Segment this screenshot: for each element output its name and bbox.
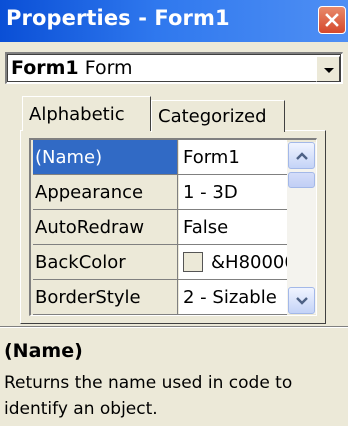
tab-categorized-label: Categorized bbox=[158, 106, 267, 127]
object-type: Form bbox=[84, 57, 133, 79]
description-title: (Name) bbox=[4, 340, 83, 362]
close-icon bbox=[325, 13, 339, 27]
property-row-appearance[interactable]: Appearance 1 - 3D bbox=[33, 175, 287, 210]
scrollbar-thumb[interactable] bbox=[288, 172, 315, 188]
property-name[interactable]: BackColor bbox=[33, 245, 178, 279]
property-value[interactable]: 1 - 3D bbox=[179, 175, 287, 209]
property-row-autoredraw[interactable]: AutoRedraw False bbox=[33, 210, 287, 245]
description-text: Returns the name used in code to identif… bbox=[4, 373, 293, 419]
object-selector[interactable]: Form1 Form bbox=[5, 52, 343, 84]
color-swatch bbox=[183, 252, 203, 272]
chevron-down-icon bbox=[295, 296, 308, 305]
property-name[interactable]: AutoRedraw bbox=[33, 210, 178, 244]
properties-window: Properties - Form1 Form1 Form Alphabetic… bbox=[0, 0, 348, 426]
object-name: Form1 bbox=[11, 57, 79, 79]
property-value[interactable]: 2 - Sizable bbox=[179, 280, 287, 314]
object-selector-value: Form1 Form bbox=[11, 57, 133, 79]
property-row-backcolor[interactable]: BackColor &H800000 bbox=[33, 245, 287, 280]
chevron-up-icon bbox=[295, 151, 308, 160]
scroll-down-button[interactable] bbox=[288, 287, 315, 314]
vertical-scrollbar[interactable] bbox=[287, 142, 316, 314]
property-grid: (Name) Form1 Appearance 1 - 3D AutoRedra… bbox=[29, 138, 317, 316]
property-name[interactable]: BorderStyle bbox=[33, 280, 178, 314]
scroll-up-button[interactable] bbox=[288, 142, 315, 169]
close-button[interactable] bbox=[318, 6, 346, 34]
object-selector-dropdown-button[interactable] bbox=[316, 56, 340, 82]
property-name[interactable]: Appearance bbox=[33, 175, 178, 209]
tab-alphabetic-label: Alphabetic bbox=[29, 103, 125, 125]
property-row-name[interactable]: (Name) Form1 bbox=[33, 140, 287, 175]
tab-categorized[interactable]: Categorized bbox=[151, 100, 285, 132]
property-value[interactable]: Form1 bbox=[179, 140, 287, 174]
tab-alphabetic[interactable]: Alphabetic bbox=[22, 96, 151, 131]
property-row-borderstyle[interactable]: BorderStyle 2 - Sizable bbox=[33, 280, 287, 315]
property-value-color[interactable]: &H800000 bbox=[179, 245, 287, 279]
window-title: Properties - Form1 bbox=[6, 6, 230, 30]
property-name[interactable]: (Name) bbox=[33, 140, 178, 174]
description-separator[interactable] bbox=[0, 326, 348, 328]
property-value[interactable]: False bbox=[179, 210, 287, 244]
title-bar[interactable]: Properties - Form1 bbox=[0, 0, 348, 42]
property-value: &H800000 bbox=[211, 251, 287, 273]
